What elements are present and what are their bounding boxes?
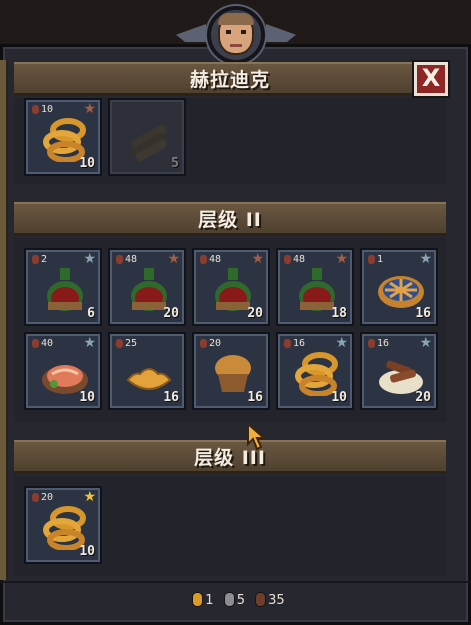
item-quantity: 6 [87, 306, 95, 321]
item-slot[interactable]: 1 ★ 16 [360, 248, 438, 326]
weight-badge: 48 [282, 253, 309, 266]
item-quantity: 16 [163, 390, 179, 405]
gold-coin-icon [192, 592, 204, 607]
item-slot[interactable]: 20 16 [192, 332, 270, 410]
close-icon: X [421, 64, 441, 92]
item-slot[interactable]: 2 ★ 6 [24, 248, 102, 326]
star-icon: ★ [83, 335, 96, 351]
star-icon: ★ [419, 251, 432, 267]
tier-2-banner: 层级 II [14, 202, 446, 236]
weight-badge: 48 [114, 253, 141, 266]
item-slot[interactable]: 25 16 [108, 332, 186, 410]
item-quantity: 18 [331, 306, 347, 321]
item-quantity: 10 [79, 544, 95, 559]
star-icon: ★ [419, 335, 432, 351]
hand-cursor-icon [247, 422, 267, 451]
item-quantity: 20 [415, 390, 431, 405]
weight-badge: 10 [30, 103, 57, 116]
silver-count: 5 [236, 593, 245, 608]
item-quantity: 20 [247, 306, 263, 321]
bronze-count: 35 [268, 593, 285, 608]
avatar-eye-right [241, 30, 246, 34]
avatar-eye-left [226, 30, 231, 34]
item-quantity: 16 [415, 306, 431, 321]
item-quantity: 5 [171, 156, 179, 171]
title-banner: 赫拉迪克 [14, 62, 446, 96]
star-icon: ★ [83, 251, 96, 267]
wine-bottle-icon [47, 268, 83, 311]
weight-badge: 40 [30, 337, 57, 350]
item-quantity: 10 [79, 156, 95, 171]
item-slot[interactable]: 16 ★ 20 [360, 332, 438, 410]
weight-badge: 48 [198, 253, 225, 266]
weight-badge: 20 [30, 491, 57, 504]
gold-count: 1 [205, 593, 214, 608]
weight-badge: 2 [30, 253, 51, 266]
item-slot[interactable]: 5 [108, 98, 186, 176]
item-quantity: 20 [163, 306, 179, 321]
item-slot[interactable]: 10 ★ 10 [24, 98, 102, 176]
item-quantity: 10 [331, 390, 347, 405]
currency-bar: 1 5 35 [0, 581, 471, 619]
item-slot[interactable]: 16 ★ 10 [276, 332, 354, 410]
tier-2-label: 层级 II [198, 209, 262, 231]
weight-badge: 1 [366, 253, 387, 266]
bronze-coin-icon [255, 592, 267, 607]
weight-badge: 20 [198, 337, 225, 350]
item-quantity: 16 [247, 390, 263, 405]
weight-badge: 16 [366, 337, 393, 350]
item-slot[interactable]: 48 ★ 18 [276, 248, 354, 326]
avatar-mouth [230, 44, 242, 47]
weight-badge: 25 [114, 337, 141, 350]
silver-coin-icon [223, 592, 235, 607]
firewood-icon [131, 124, 167, 162]
item-slot[interactable]: 20 ★ 10 [24, 486, 102, 564]
left-wing-ornament [176, 24, 206, 42]
right-wing-ornament [266, 24, 296, 42]
star-icon: ★ [251, 251, 264, 267]
close-button[interactable]: X [412, 60, 450, 98]
item-slot[interactable]: 48 ★ 20 [192, 248, 270, 326]
star-icon: ★ [83, 101, 96, 117]
tier-3-banner: 层级 III [14, 440, 446, 474]
item-slot[interactable]: 40 ★ 10 [24, 332, 102, 410]
star-icon: ★ [335, 251, 348, 267]
item-slot[interactable]: 48 ★ 20 [108, 248, 186, 326]
star-icon: ★ [335, 335, 348, 351]
window-title: 赫拉迪克 [189, 69, 270, 91]
left-rail [0, 60, 8, 580]
star-icon: ★ [167, 251, 180, 267]
star-icon: ★ [83, 489, 96, 505]
item-quantity: 10 [79, 390, 95, 405]
avatar-hair [218, 13, 254, 25]
weight-badge: 16 [282, 337, 309, 350]
